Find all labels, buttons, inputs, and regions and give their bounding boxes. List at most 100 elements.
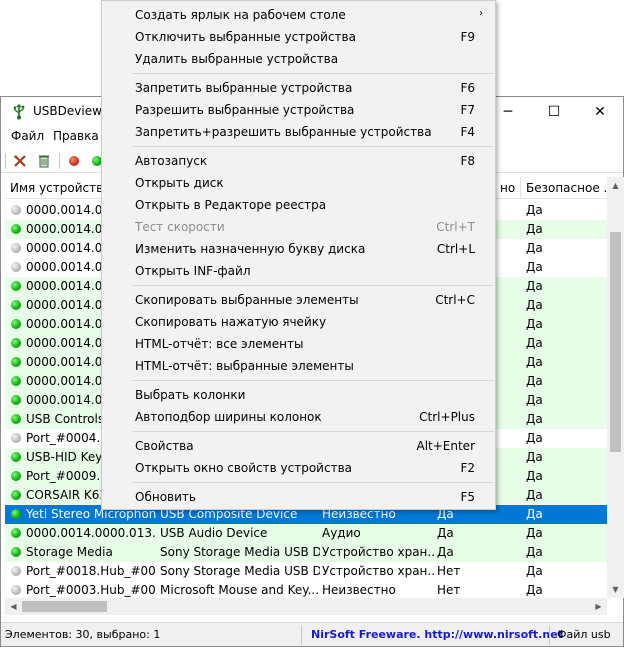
menu-item[interactable]: Открыть в Редакторе реестра xyxy=(102,194,495,216)
menu-item-label: Запретить+разрешить выбранные устройства xyxy=(135,125,432,139)
maximize-button[interactable]: ☐ xyxy=(531,97,577,127)
menu-item[interactable]: HTML-отчёт: выбранные элементы xyxy=(102,355,495,377)
menu-item[interactable]: Обновить F5 xyxy=(102,486,495,508)
menu-item[interactable]: Открыть окно свойств устройства F2 xyxy=(102,457,495,479)
scroll-up-icon[interactable]: ▲ xyxy=(607,177,624,194)
menu-item[interactable]: HTML-отчёт: все элементы xyxy=(102,333,495,355)
connected-status-icon xyxy=(11,490,21,500)
column-header-partial[interactable]: но xyxy=(500,181,520,195)
status-file: Файл usb xyxy=(557,628,611,641)
disconnected-status-icon xyxy=(11,205,21,215)
menu-item-label: Тест скорости xyxy=(135,220,225,234)
menu-item-label: Скопировать выбранные элементы xyxy=(135,293,359,307)
nirsoft-link[interactable]: NirSoft Freeware. http://www.nirsoft.net xyxy=(311,628,563,641)
menu-item-label: Открыть окно свойств устройства xyxy=(135,461,352,475)
menu-separator xyxy=(132,285,494,286)
connected-status-icon xyxy=(11,338,21,348)
status-bar: Элементов: 30, выбрано: 1 NirSoft Freewa… xyxy=(1,622,623,646)
menu-item-label: Запретить выбранные устройства xyxy=(135,81,353,95)
red-dot-icon[interactable] xyxy=(65,152,83,170)
horizontal-scrollbar[interactable]: ◀ ▶ xyxy=(5,598,607,615)
menu-item-label: Открыть INF-файл xyxy=(135,264,251,278)
menu-separator xyxy=(132,482,494,483)
menu-item[interactable]: Изменить назначенную букву диска Ctrl+L xyxy=(102,238,495,260)
menu-item-label: Скопировать нажатую ячейку xyxy=(135,315,327,329)
cell-type: Устройство хран... xyxy=(322,564,434,578)
cell-safe: Да xyxy=(526,374,543,388)
vertical-scroll-thumb[interactable] xyxy=(610,232,621,452)
menu-item-label: HTML-отчёт: все элементы xyxy=(135,337,304,351)
cell-name: Port_#0018.Hub_#0001 xyxy=(26,564,156,578)
connected-status-icon xyxy=(11,509,21,519)
cell-safe: Да xyxy=(526,488,543,502)
menu-item[interactable]: Запретить выбранные устройства F6 xyxy=(102,77,495,99)
context-menu: Создать ярлык на рабочем столе › Отключить… xyxy=(101,0,496,510)
menu-item[interactable]: Автоподбор ширины колонок Ctrl+Plus xyxy=(102,406,495,428)
scroll-right-icon[interactable]: ▶ xyxy=(590,598,607,615)
cell-safe: Да xyxy=(526,431,543,445)
connected-status-icon xyxy=(11,452,21,462)
menu-item-label: Разрешить выбранные устройства xyxy=(135,103,355,117)
column-header-safe-remove[interactable]: Безопасное ... xyxy=(526,181,606,195)
status-divider xyxy=(549,625,550,645)
connected-status-icon xyxy=(11,319,21,329)
connected-status-icon xyxy=(11,547,21,557)
menu-item[interactable]: Открыть диск xyxy=(102,172,495,194)
menu-item[interactable]: Открыть INF-файл xyxy=(102,260,495,282)
column-divider[interactable] xyxy=(520,177,521,199)
cell-safe: Да xyxy=(526,298,543,312)
table-row[interactable]: 0000.0014.0000.013.00... USB Audio Device… xyxy=(5,524,607,543)
horizontal-scroll-thumb[interactable] xyxy=(22,601,107,612)
menu-item[interactable]: Свойства Alt+Enter xyxy=(102,435,495,457)
disconnected-status-icon xyxy=(11,585,21,595)
menu-item-shortcut: F6 xyxy=(460,81,475,95)
menu-item-shortcut: F4 xyxy=(460,125,475,139)
close-button[interactable]: ✕ xyxy=(577,97,623,127)
menu-item-shortcut: Ctrl+T xyxy=(436,220,475,234)
disconnect-icon[interactable] xyxy=(11,152,29,170)
menu-item[interactable]: Скопировать выбранные элементы Ctrl+C xyxy=(102,289,495,311)
cell-conn: Нет xyxy=(437,564,461,578)
scroll-left-icon[interactable]: ◀ xyxy=(5,598,22,615)
menu-item-label: Обновить xyxy=(135,490,196,504)
cell-safe: Да xyxy=(526,241,543,255)
cell-safe: Да xyxy=(526,564,543,578)
menu-item-label: Создать ярлык на рабочем столе xyxy=(135,8,346,22)
disconnected-status-icon xyxy=(11,433,21,443)
table-row[interactable]: Storage Media Sony Storage Media USB D...… xyxy=(5,543,607,562)
cell-safe: Да xyxy=(526,317,543,331)
menu-item-label: Свойства xyxy=(135,439,194,453)
cell-type: Устройство хран... xyxy=(322,545,434,559)
vertical-scrollbar[interactable]: ▲ ▼ xyxy=(607,177,624,598)
cell-safe: Да xyxy=(526,545,543,559)
menu-file[interactable]: Файл xyxy=(11,129,44,143)
scroll-down-icon[interactable]: ▼ xyxy=(607,581,624,598)
cell-name: Storage Media xyxy=(26,545,113,559)
uninstall-icon[interactable] xyxy=(35,152,53,170)
menu-item-label: HTML-отчёт: выбранные элементы xyxy=(135,359,354,373)
menu-item[interactable]: Автозапуск F8 xyxy=(102,150,495,172)
menu-item[interactable]: Создать ярлык на рабочем столе › xyxy=(102,4,495,26)
cell-safe: Да xyxy=(526,355,543,369)
usb-app-icon xyxy=(11,104,27,120)
menu-item[interactable]: Отключить выбранные устройства F9 xyxy=(102,26,495,48)
menu-item-label: Отключить выбранные устройства xyxy=(135,30,356,44)
menu-separator xyxy=(132,73,494,74)
menu-item[interactable]: Запретить+разрешить выбранные устройства… xyxy=(102,121,495,143)
menu-item-label: Выбрать колонки xyxy=(135,388,246,402)
table-row[interactable]: Port_#0003.Hub_#0003 Microsoft Mouse and … xyxy=(5,581,607,598)
menu-item[interactable]: Скопировать нажатую ячейку xyxy=(102,311,495,333)
cell-safe: Да xyxy=(526,260,543,274)
menu-edit[interactable]: Правка xyxy=(53,129,99,143)
cell-conn: Да xyxy=(437,526,454,540)
menu-item[interactable]: Выбрать колонки xyxy=(102,384,495,406)
menu-item-label: Удалить выбранные устройства xyxy=(135,52,339,66)
connected-status-icon xyxy=(11,376,21,386)
menu-item[interactable]: Разрешить выбранные устройства F7 xyxy=(102,99,495,121)
menu-item[interactable]: Удалить выбранные устройства xyxy=(102,48,495,70)
cell-safe: Да xyxy=(526,393,543,407)
menu-item-label: Автозапуск xyxy=(135,154,208,168)
status-divider xyxy=(301,625,302,645)
menu-item-shortcut: F8 xyxy=(460,154,475,168)
table-row[interactable]: Port_#0018.Hub_#0001 Sony Storage Media U… xyxy=(5,562,607,581)
